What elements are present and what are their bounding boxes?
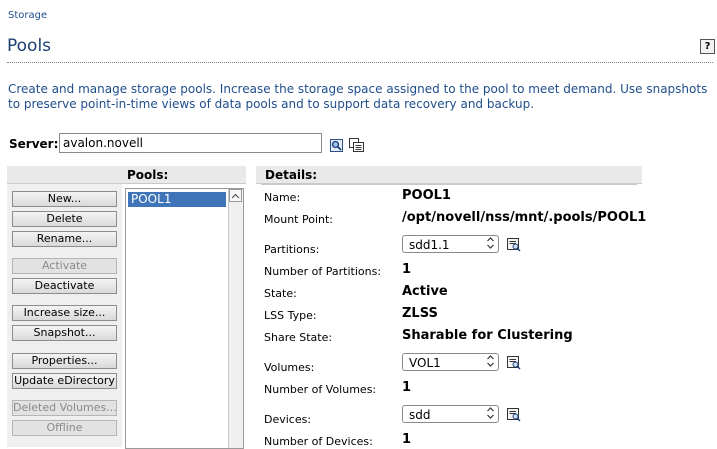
chevron-updown-icon	[486, 354, 495, 375]
title-divider	[7, 62, 713, 63]
scroll-up-arrow-icon[interactable]	[229, 189, 242, 202]
page-description: Create and manage storage pools. Increas…	[8, 82, 708, 111]
server-input[interactable]	[59, 133, 322, 153]
delete-button[interactable]: Delete	[12, 211, 117, 227]
server-label: Server:	[9, 137, 59, 151]
lss-type-label: LSS Type:	[264, 309, 317, 322]
details-column-header: Details:	[265, 168, 318, 182]
rename-button[interactable]: Rename...	[12, 231, 117, 247]
name-label: Name:	[264, 191, 301, 204]
activate-button[interactable]: Activate	[12, 258, 117, 274]
number-of-devices-value: 1	[402, 432, 412, 447]
offline-button[interactable]: Offline	[12, 420, 117, 436]
devices-label: Devices:	[264, 413, 312, 426]
new-button[interactable]: New...	[12, 191, 117, 207]
details-view-icon[interactable]	[507, 355, 521, 370]
details-view-icon[interactable]	[507, 407, 521, 422]
pools-list[interactable]: POOL1	[125, 188, 244, 449]
number-of-devices-label: Number of Devices:	[264, 435, 373, 448]
search-icon[interactable]	[330, 137, 343, 152]
properties-button[interactable]: Properties...	[12, 353, 117, 369]
partitions-selected-value: sdd1.1	[409, 238, 450, 252]
lss-type-value: ZLSS	[402, 306, 438, 321]
number-of-partitions-label: Number of Partitions:	[264, 265, 382, 278]
help-button[interactable]: ?	[700, 39, 715, 54]
state-value: Active	[402, 284, 448, 299]
table-header-bar	[7, 166, 642, 184]
partitions-label: Partitions:	[264, 243, 320, 256]
number-of-volumes-value: 1	[402, 380, 412, 395]
snapshot-button[interactable]: Snapshot...	[12, 325, 117, 341]
pool-list-item[interactable]: POOL1	[128, 192, 226, 207]
increase-size-button[interactable]: Increase size...	[12, 305, 117, 321]
volumes-select[interactable]: VOL1	[402, 353, 499, 371]
history-list-icon[interactable]	[349, 137, 364, 152]
name-value: POOL1	[402, 188, 451, 203]
breadcrumb[interactable]: Storage	[8, 10, 47, 21]
details-view-icon[interactable]	[507, 237, 521, 252]
number-of-volumes-label: Number of Volumes:	[264, 383, 377, 396]
mount-point-label: Mount Point:	[264, 213, 333, 226]
chevron-updown-icon	[486, 236, 495, 257]
update-edirectory-button[interactable]: Update eDirectory	[12, 373, 117, 389]
devices-selected-value: sdd	[409, 408, 431, 422]
details-divider	[261, 184, 637, 185]
share-state-value: Sharable for Clustering	[402, 328, 573, 343]
partitions-select[interactable]: sdd1.1	[402, 235, 499, 253]
mount-point-value: /opt/novell/nss/mnt/.pools/POOL1	[402, 210, 647, 225]
deleted-volumes-button[interactable]: Deleted Volumes...	[12, 400, 117, 416]
number-of-partitions-value: 1	[402, 262, 412, 277]
volumes-label: Volumes:	[264, 361, 315, 374]
share-state-label: Share State:	[264, 331, 333, 344]
pools-list-scrollbar[interactable]	[228, 189, 243, 448]
devices-select[interactable]: sdd	[402, 405, 499, 423]
pools-column-header: Pools:	[127, 168, 169, 182]
volumes-selected-value: VOL1	[409, 356, 441, 370]
deactivate-button[interactable]: Deactivate	[12, 278, 117, 294]
chevron-updown-icon	[486, 406, 495, 427]
page-title: Pools	[7, 36, 52, 56]
state-label: State:	[264, 287, 297, 300]
